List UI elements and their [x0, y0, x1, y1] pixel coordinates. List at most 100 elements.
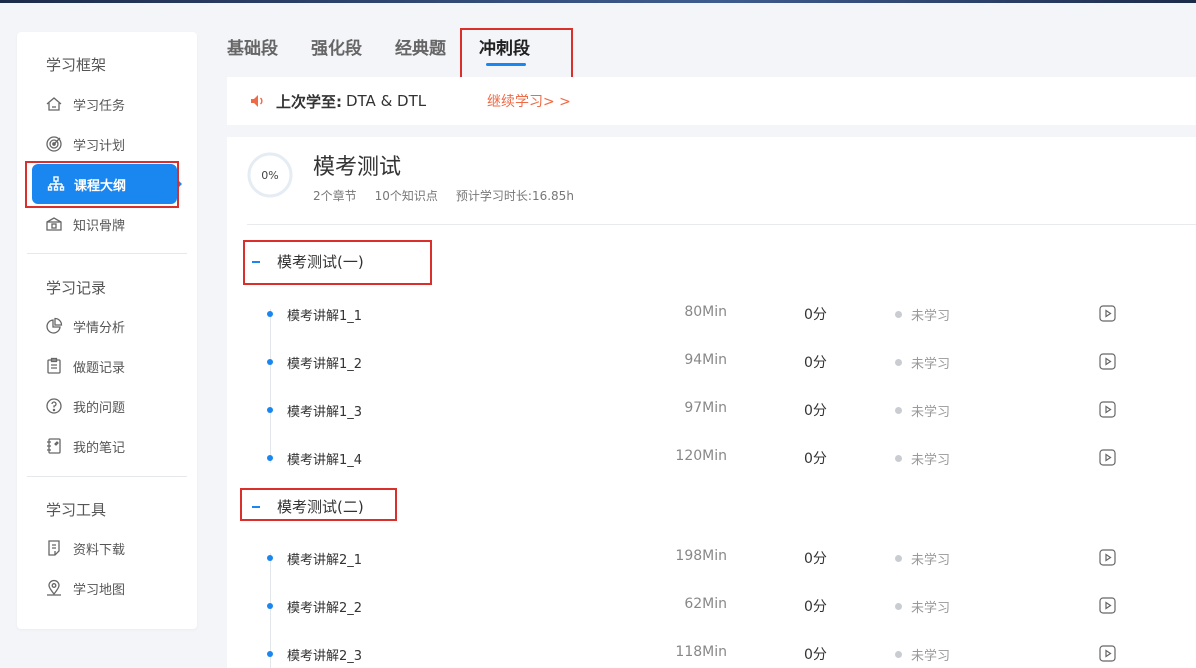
chapter-header[interactable]: 模考测试(二): [249, 496, 364, 517]
lesson-name: 模考讲解2_2: [287, 601, 363, 616]
sidebar-section-title: 学习记录: [46, 279, 107, 297]
progress-ring: 0%: [247, 152, 293, 198]
tab-strengthen[interactable]: 强化段: [311, 34, 362, 59]
last-study-label: 上次学至:: [276, 92, 342, 111]
speaker-icon: [248, 92, 266, 110]
sidebar-item-my-questions[interactable]: 我的问题: [45, 394, 125, 418]
lesson-status-text: 未学习: [911, 649, 951, 664]
sidebar-item-course-outline[interactable]: 课程大纲: [32, 164, 182, 204]
sidebar-item-material-download[interactable]: 资料下载: [45, 536, 125, 560]
lesson-row[interactable]: 模考讲解1_4 120Min 0分 未学习: [227, 446, 1196, 470]
chapter-title: 模考测试(一): [277, 253, 364, 271]
lesson-row[interactable]: 模考讲解2_3 118Min 0分 未学习: [227, 642, 1196, 666]
course-meta: 2个章节 10个知识点 预计学习时长:16.85h: [313, 187, 574, 204]
lesson-dot: [267, 651, 273, 657]
sidebar-item-study-plan[interactable]: 学习计划: [45, 132, 125, 156]
lesson-score: 0分: [804, 355, 827, 371]
lesson-dot: [267, 311, 273, 317]
sidebar-item-my-notes[interactable]: 我的笔记: [45, 434, 125, 458]
lesson-name: 模考讲解1_3: [287, 405, 363, 420]
lesson-name: 模考讲解2_1: [287, 553, 363, 568]
sidebar-item-knowledge-dominoes[interactable]: 知识骨牌: [45, 212, 125, 236]
status-dot: [895, 651, 902, 658]
sidebar-section-title: 学习工具: [46, 501, 107, 519]
sidebar-item-study-tasks[interactable]: 学习任务: [45, 92, 125, 116]
lesson-row[interactable]: 模考讲解2_2 62Min 0分 未学习: [227, 594, 1196, 618]
question-icon: [45, 397, 63, 415]
status-dot: [895, 455, 902, 462]
status-dot: [895, 603, 902, 610]
lesson-status: 未学习: [895, 449, 950, 468]
sidebar-item-practice-records[interactable]: 做题记录: [45, 354, 125, 378]
estimated-duration: 预计学习时长:16.85h: [455, 189, 574, 203]
last-study-bar: 上次学至: DTA & DTL 继续学习> >: [227, 77, 1196, 125]
org-chart-icon: [47, 175, 65, 193]
sidebar-item-label: 我的笔记: [73, 440, 126, 456]
lesson-name: 模考讲解1_1: [287, 309, 363, 324]
tree-connector: [270, 309, 271, 463]
header-divider: [247, 224, 1196, 225]
lesson-score: 0分: [804, 551, 827, 567]
lesson-status-text: 未学习: [911, 601, 951, 616]
play-icon[interactable]: [1099, 549, 1116, 566]
box-icon: [45, 215, 63, 233]
active-tab-underline: [486, 63, 526, 66]
status-dot: [895, 407, 902, 414]
sidebar: 学习框架 学习任务 学习计划 课程大纲 知识骨牌 学习记录 学情分析 做题记录 …: [17, 32, 197, 629]
play-icon[interactable]: [1099, 645, 1116, 662]
lesson-row[interactable]: 模考讲解1_2 94Min 0分 未学习: [227, 350, 1196, 374]
continue-study-link[interactable]: 继续学习> >: [487, 91, 571, 111]
lesson-dot: [267, 407, 273, 413]
sidebar-item-study-map[interactable]: 学习地图: [45, 576, 125, 600]
lesson-score: 0分: [804, 403, 827, 419]
tab-classic-questions[interactable]: 经典题: [395, 34, 446, 59]
lesson-name: 模考讲解1_2: [287, 357, 363, 372]
lesson-duration: 62Min: [684, 596, 727, 612]
lesson-duration: 120Min: [675, 448, 727, 464]
lesson-status-text: 未学习: [911, 357, 951, 372]
home-icon: [45, 95, 63, 113]
lesson-score: 0分: [804, 451, 827, 467]
sidebar-item-label: 知识骨牌: [73, 218, 126, 234]
sidebar-item-label: 我的问题: [73, 400, 126, 416]
tab-sprint[interactable]: 冲刺段: [479, 34, 530, 59]
lesson-status: 未学习: [895, 353, 950, 372]
lesson-name: 模考讲解2_3: [287, 649, 363, 664]
play-icon[interactable]: [1099, 353, 1116, 370]
target-icon: [45, 135, 63, 153]
notebook-icon: [45, 437, 63, 455]
chapter-header[interactable]: 模考测试(一): [249, 251, 364, 272]
pie-chart-icon: [45, 317, 63, 335]
lesson-score: 0分: [804, 647, 827, 663]
play-icon[interactable]: [1099, 449, 1116, 466]
sidebar-item-label: 学习计划: [73, 138, 126, 154]
lesson-row[interactable]: 模考讲解1_3 97Min 0分 未学习: [227, 398, 1196, 422]
lesson-duration: 94Min: [684, 352, 727, 368]
sidebar-divider: [27, 253, 187, 254]
sidebar-item-label: 学习任务: [73, 98, 126, 114]
play-icon[interactable]: [1099, 597, 1116, 614]
sidebar-item-label: 学情分析: [73, 320, 126, 336]
play-icon[interactable]: [1099, 305, 1116, 322]
sidebar-item-learning-analysis[interactable]: 学情分析: [45, 314, 125, 338]
collapse-icon[interactable]: [249, 255, 263, 269]
points-count: 10个知识点: [374, 189, 438, 203]
chapters-count: 2个章节: [313, 189, 357, 203]
lesson-status: 未学习: [895, 645, 950, 664]
download-doc-icon: [45, 539, 63, 557]
top-banner-strip: [0, 0, 1196, 3]
collapse-icon[interactable]: [249, 500, 263, 514]
sidebar-item-label: 资料下载: [73, 542, 126, 558]
lesson-name: 模考讲解1_4: [287, 453, 363, 468]
lesson-status-text: 未学习: [911, 553, 951, 568]
play-icon[interactable]: [1099, 401, 1116, 418]
lesson-row[interactable]: 模考讲解2_1 198Min 0分 未学习: [227, 546, 1196, 570]
map-pin-icon: [45, 579, 63, 597]
status-dot: [895, 311, 902, 318]
lesson-row[interactable]: 模考讲解1_1 80Min 0分 未学习: [227, 302, 1196, 326]
lesson-dot: [267, 455, 273, 461]
tab-basic[interactable]: 基础段: [227, 34, 278, 59]
lesson-score: 0分: [804, 307, 827, 323]
progress-percent: 0%: [261, 168, 279, 182]
course-title: 模考测试: [313, 155, 402, 180]
